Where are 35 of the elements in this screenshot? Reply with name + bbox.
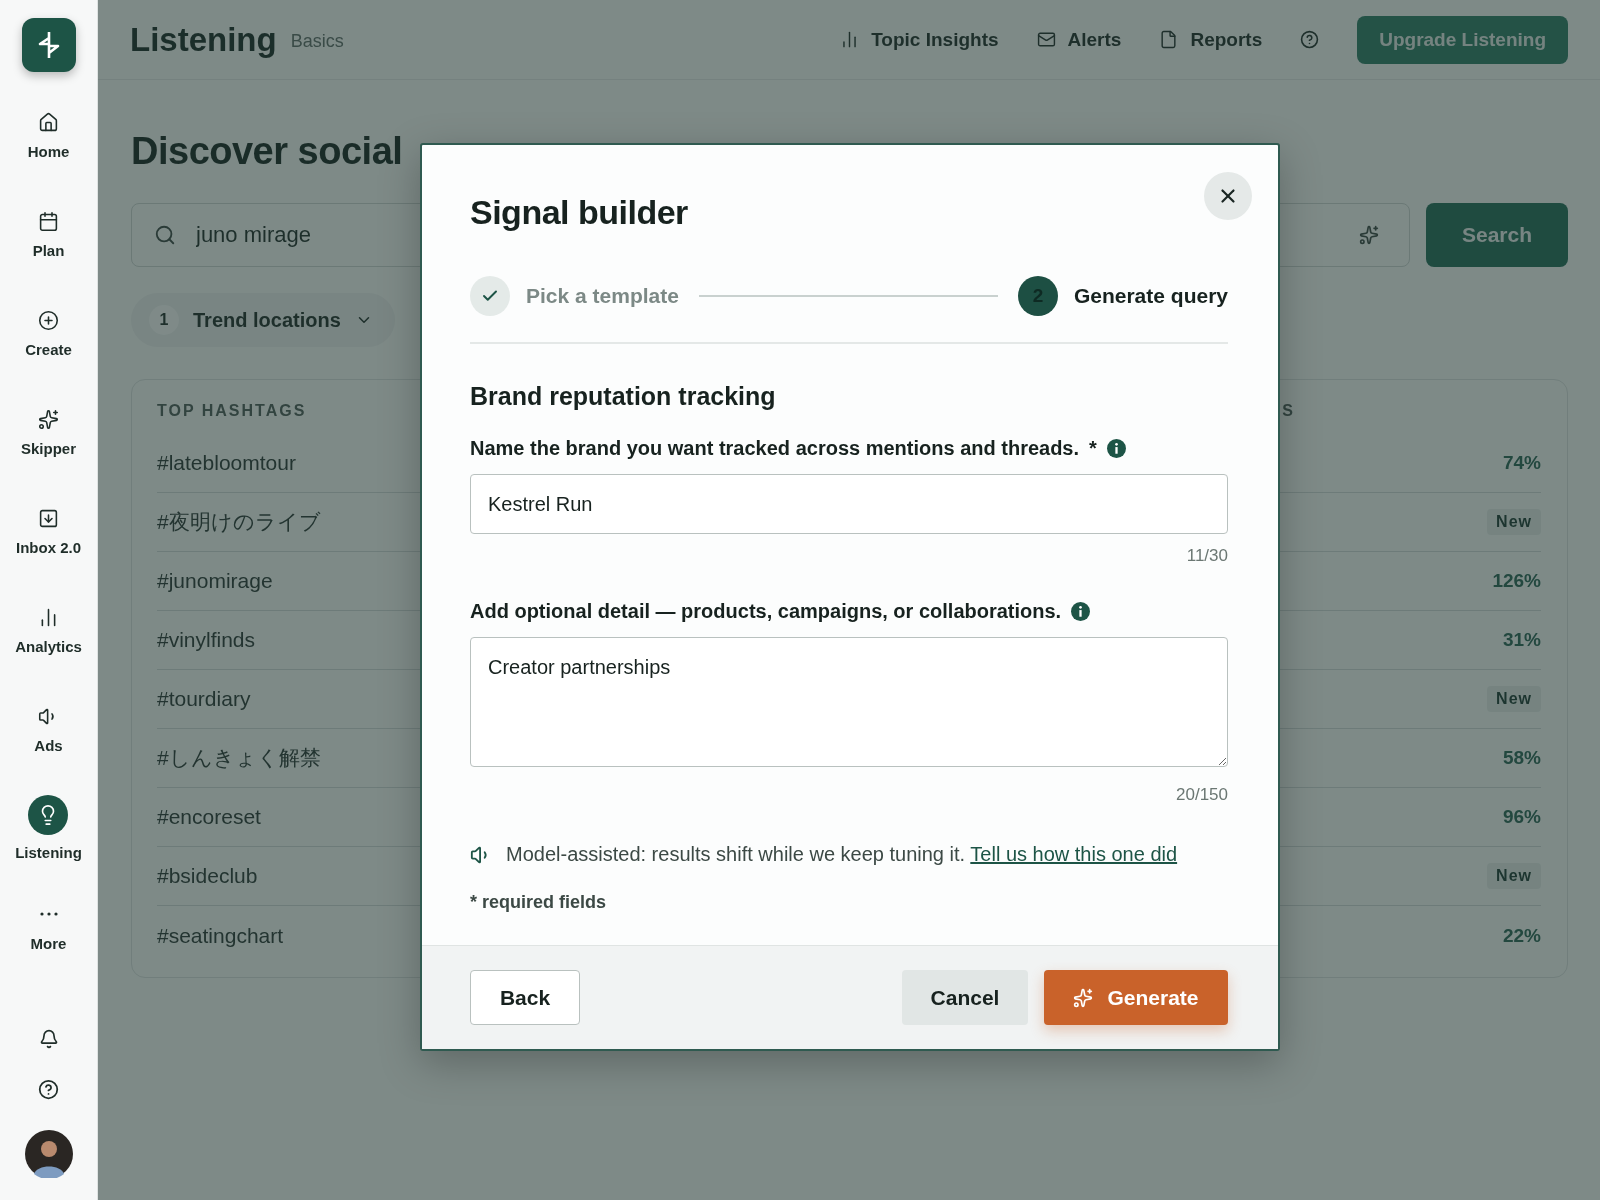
field-label: Add optional detail — products, campaigns, or collaborations. <box>470 600 1062 623</box>
nav-label: More <box>30 935 67 952</box>
section-title: Brand reputation tracking <box>470 382 777 411</box>
page-title: Listening <box>130 20 277 59</box>
column-heading: TOP HASHTAGS <box>157 402 307 420</box>
new-badge: New <box>1487 863 1541 889</box>
required-mark: * <box>1089 437 1097 460</box>
dialog-title: Signal builder <box>470 193 689 232</box>
page-heading: Discover social <box>131 130 404 173</box>
plan-label: Basics <box>290 31 344 52</box>
growth-value: 31% <box>1502 629 1541 651</box>
column-heading: S <box>1282 402 1295 420</box>
character-counter: 20/150 <box>1176 785 1228 805</box>
new-badge: New <box>1487 509 1541 535</box>
field-label: Name the brand you want tracked across mentions and threads. <box>470 437 1080 460</box>
step-label: Generate query <box>1073 284 1228 308</box>
nav-label: Inbox 2.0 <box>16 539 81 556</box>
growth-value: 126% <box>1492 570 1541 592</box>
growth-value: 96% <box>1502 806 1541 828</box>
nav-label: Create <box>25 341 72 358</box>
growth-value: 74% <box>1502 452 1541 474</box>
required-fields-note: * required fields <box>470 892 608 913</box>
growth-value: 22% <box>1502 924 1541 947</box>
step-label: Pick a template <box>526 284 679 308</box>
nav-label: Skipper <box>21 440 76 457</box>
nav-label: Ads <box>34 737 63 754</box>
nav-label: Listening <box>15 844 82 861</box>
filter-count: 1 <box>149 305 179 335</box>
growth-value: 58% <box>1502 747 1541 769</box>
nav-label: Home <box>27 143 70 160</box>
notice-text: Model-assisted: results shift while we keep tuning it. Tell us how this one did <box>506 843 1178 866</box>
new-badge: New <box>1487 686 1541 712</box>
nav-label: Plan <box>32 242 65 259</box>
nav-label: Analytics <box>15 638 82 655</box>
character-counter: 11/30 <box>1186 546 1228 566</box>
